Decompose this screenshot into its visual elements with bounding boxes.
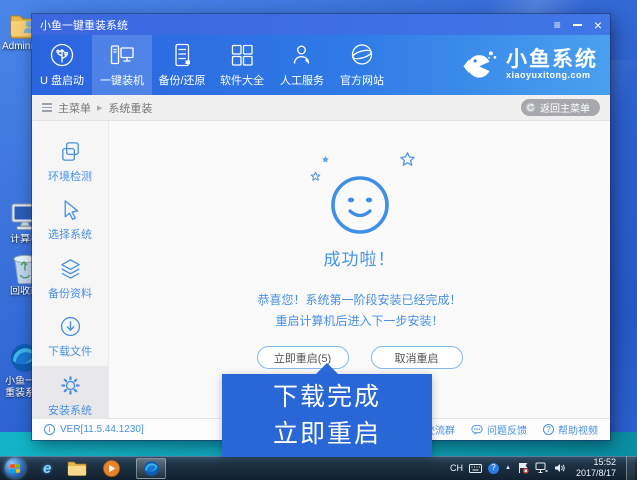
back-button-label: 返回主菜单 [540,104,590,115]
show-desktop-button[interactable] [626,456,635,480]
brand-name: 小鱼系统 [506,48,598,72]
success-illustration [310,152,415,237]
success-message-line1: 恭喜您！系统第一阶段安装已经完成！ [257,293,462,307]
tray-expand-icon[interactable]: ▲ [505,465,511,471]
nav-item-one-key-install[interactable]: 一键装机 [92,35,152,95]
cursor-icon [64,200,78,221]
nav-item-label: 官方网站 [340,75,384,87]
download-complete-callout: 下载完成 立即重启 [222,363,432,457]
nav-item-label: 一键装机 [100,75,144,87]
grid-icon [231,44,253,66]
taskbar: e CH ? ▲ 15:52 2017/8/17 [0,456,637,480]
breadcrumb-separator-icon: ▶ [97,104,103,112]
speaker-icon[interactable] [554,462,566,474]
windows-flag-icon [10,463,20,473]
nav-item-software[interactable]: 软件大全 [212,35,272,95]
callout-line1: 下载完成 [272,383,381,412]
language-indicator[interactable]: CH [450,463,463,473]
breadcrumb-root[interactable]: 主菜单 [58,100,91,116]
footer-link-label: 问题反馈 [487,426,527,437]
desktop-computer-icon [110,45,134,65]
env-check-icon [61,142,79,161]
sidebar-item-backup-data[interactable]: 备份资料 [32,250,108,308]
list-icon [42,103,52,112]
taskbar-ie-icon[interactable]: e [43,461,51,476]
clock-date: 2017/8/17 [575,468,616,478]
keyboard-icon[interactable] [469,463,482,474]
brand-logo[interactable]: 小鱼系统 xiaoyuxitong.com [463,35,610,95]
star-icon [310,171,320,181]
download-icon [60,316,80,336]
step-sidebar: 环境检测 选择系统 备份资料 下载文件 安装系统 [32,121,109,418]
sidebar-item-download-files[interactable]: 下载文件 [32,308,108,366]
top-navigation: U 盘启动 一键装机 备份/还原 软件大全 人工服务 官方网站 小鱼系统 xia… [32,35,610,95]
minimize-icon[interactable] [572,23,582,26]
nav-item-label: U 盘启动 [40,75,84,87]
breadcrumb: 主菜单 ▶ 系统重装 返回主菜单 [32,95,610,121]
taskbar-clock[interactable]: 15:52 2017/8/17 [572,457,620,480]
title-bar[interactable]: 小鱼一键重装系统 ≡ × [32,14,610,35]
nav-item-label: 备份/还原 [158,75,206,87]
nav-item-label: 人工服务 [280,75,324,87]
window-title: 小鱼一键重装系统 [40,19,128,32]
person-icon [293,45,310,64]
nav-item-backup-restore[interactable]: 备份/还原 [152,35,212,95]
sidebar-item-label: 备份资料 [48,287,92,300]
sidebar-item-label: 选择系统 [48,229,92,242]
version-info: i VER[11.5.44.1230] [44,424,144,435]
success-title: 成功啦！ [323,250,396,269]
desktop-screen: Administrator 计算机 回收站 [0,0,637,480]
info-icon: i [44,424,55,435]
cancel-restart-button[interactable]: 取消重启 [370,346,463,369]
app-swirl-icon [143,460,159,476]
globe-icon [351,44,373,65]
footer-link-label: 帮助视频 [558,426,598,437]
taskbar-media-player-icon[interactable] [103,459,121,477]
back-to-menu-button[interactable]: 返回主菜单 [521,99,600,116]
back-arrow-icon [525,102,536,113]
tray-help-icon[interactable]: ? [488,462,499,474]
layers-icon [60,258,80,279]
server-icon [175,43,190,67]
breadcrumb-current: 系统重装 [108,102,153,115]
nav-item-label: 软件大全 [220,75,264,87]
version-label: VER[11.5.44.1230] [60,424,144,435]
chat-bubble-icon [471,424,483,435]
question-icon: ? [543,424,554,435]
fish-icon [463,51,497,78]
brand-domain: xiaoyuxitong.com [506,70,591,81]
nav-item-usb-boot[interactable]: U 盘启动 [32,35,92,95]
sidebar-item-label: 下载文件 [48,345,92,358]
success-message-line2: 重启计算机后进入下一步安装！ [275,314,444,328]
menu-icon[interactable]: ≡ [554,19,561,31]
close-icon[interactable]: × [594,18,602,32]
taskbar-explorer-icon[interactable] [67,460,87,476]
smiley-face-icon [330,176,389,234]
sidebar-item-install-system[interactable]: 安装系统 [32,366,108,418]
star-icon [399,152,415,166]
usb-icon [50,43,74,67]
footer-link-feedback[interactable]: 问题反馈 [471,422,527,437]
sidebar-item-select-system[interactable]: 选择系统 [32,191,108,249]
sidebar-item-label: 环境检测 [48,171,92,184]
nav-item-support[interactable]: 人工服务 [272,35,332,95]
sidebar-item-env-check[interactable]: 环境检测 [32,133,108,191]
clock-time: 15:52 [593,456,616,467]
sidebar-item-label: 安装系统 [48,405,92,417]
network-icon[interactable] [535,462,548,474]
action-center-flag-icon[interactable] [517,462,529,474]
taskbar-active-app[interactable] [136,457,167,479]
start-button[interactable] [5,458,25,478]
nav-item-website[interactable]: 官方网站 [332,35,392,95]
system-tray: CH ? ▲ 15:52 2017/8/17 [450,456,637,480]
callout-line2: 立即重启 [272,419,381,448]
footer-link-help-video[interactable]: ? 帮助视频 [543,422,598,437]
star-icon [321,156,329,163]
gear-icon [60,376,80,395]
